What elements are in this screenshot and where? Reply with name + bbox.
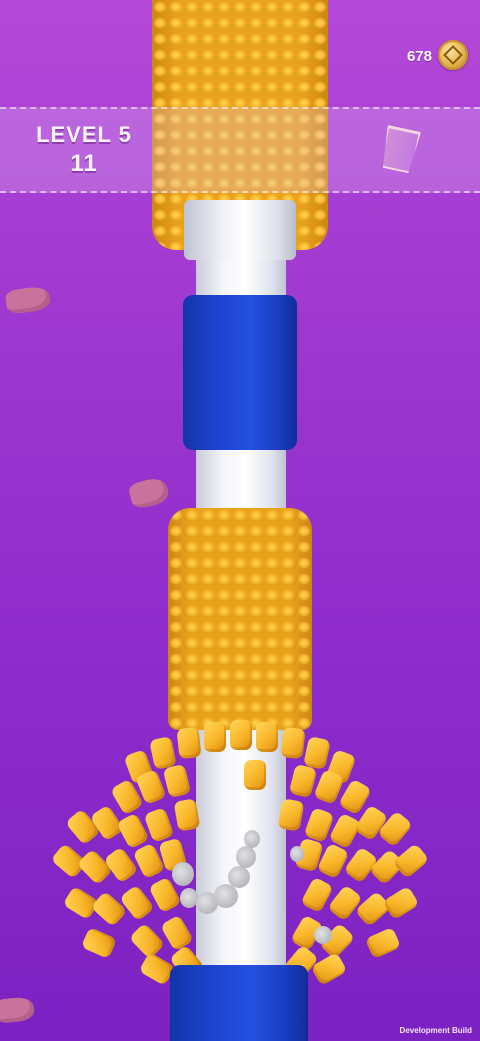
kernel (162, 763, 192, 799)
kernel (149, 736, 177, 770)
coin-count: 678 (406, 48, 432, 65)
corn-segment-middle (168, 508, 312, 730)
kernel (382, 885, 420, 921)
floating-rock (127, 475, 171, 511)
smoke-puff (290, 846, 304, 862)
kernel (103, 846, 139, 884)
level-title: LEVEL 5 (36, 122, 132, 147)
kernel (288, 763, 318, 799)
coin-icon (438, 40, 468, 70)
kernel (80, 926, 118, 960)
smoke-puff (214, 884, 238, 908)
kernel (204, 722, 226, 752)
kernel (244, 760, 266, 790)
smoke-puff (314, 926, 332, 944)
smoke-puff (236, 846, 256, 868)
floating-rock (0, 995, 36, 1025)
game-scene[interactable]: LEVEL 5 11 678 Development Build (0, 0, 480, 1041)
kernel (364, 926, 402, 960)
kernel (327, 884, 363, 922)
smoke-puff (172, 862, 194, 886)
floating-rock (4, 285, 52, 315)
kernel (392, 842, 430, 880)
kernel (230, 720, 252, 750)
smoke-puff (244, 830, 260, 848)
kernel (76, 848, 114, 886)
kernel (128, 922, 166, 960)
blue-ring-upper (183, 295, 297, 450)
development-build-label: Development Build (399, 1026, 472, 1035)
kernel (277, 798, 305, 832)
kernel (303, 736, 331, 770)
kernel (176, 726, 202, 760)
kernel (159, 914, 195, 952)
level-progress-count: 11 (70, 150, 98, 177)
kernel (280, 726, 306, 760)
smoke-puff (228, 866, 250, 888)
blue-ring-lower (170, 965, 308, 1041)
kernel (256, 722, 278, 752)
kernel (143, 807, 175, 843)
pole-collar (184, 200, 296, 260)
coin-emblem (443, 45, 463, 65)
